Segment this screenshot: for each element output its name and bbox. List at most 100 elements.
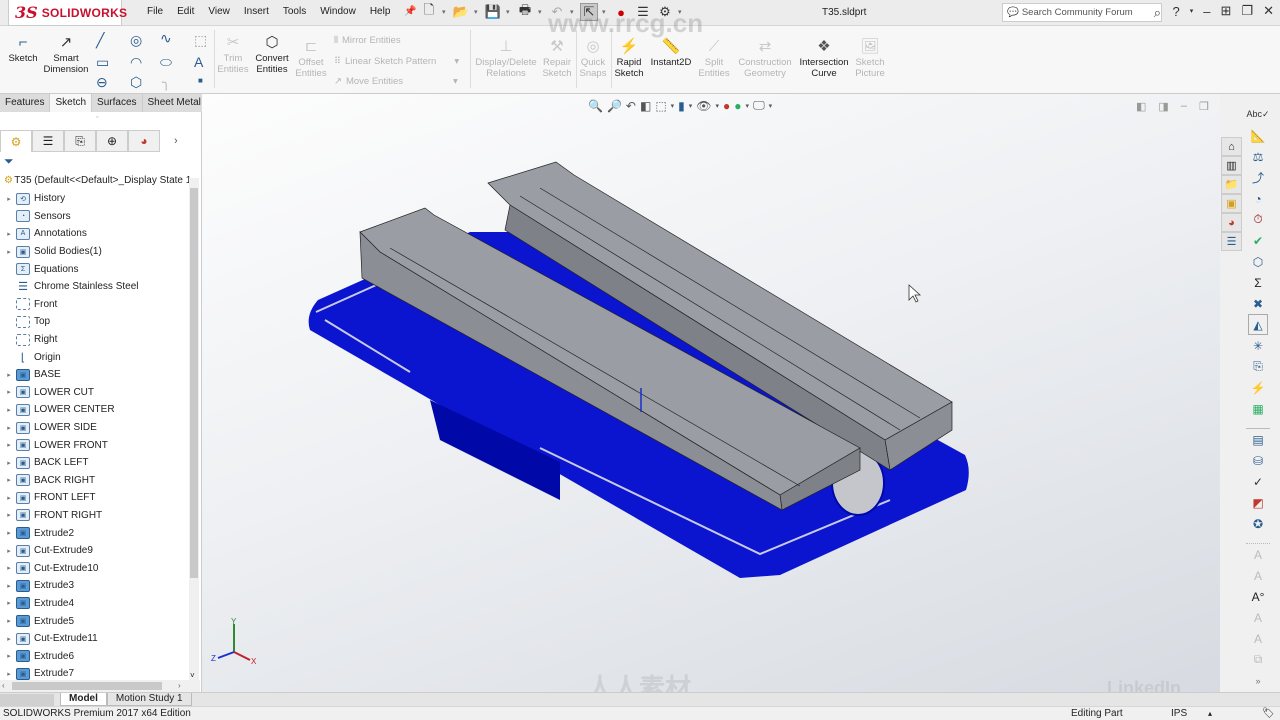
- view-orientation-icon[interactable]: ⬚: [655, 99, 666, 113]
- appearances-scenes-icon[interactable]: ◕: [1221, 213, 1242, 232]
- scroll-left-arrow[interactable]: ‹: [2, 681, 5, 690]
- measure-icon[interactable]: 📐: [1248, 125, 1268, 146]
- help-icon[interactable]: ?: [1173, 4, 1180, 19]
- expand-arrow-icon[interactable]: ▸: [0, 441, 14, 449]
- save-icon[interactable]: 💾: [484, 3, 502, 21]
- line-icon[interactable]: ╱: [96, 32, 104, 49]
- solidworks-resources-home-icon[interactable]: ⌂: [1221, 137, 1242, 156]
- expand-arrow-icon[interactable]: ▸: [0, 406, 14, 414]
- view-settings-icon[interactable]: 🖵: [753, 98, 765, 113]
- panel-tabs-more-chevron[interactable]: ›: [174, 130, 178, 152]
- minimize-button[interactable]: –: [1203, 4, 1210, 19]
- text-icon[interactable]: A: [194, 54, 203, 70]
- annotation-edit-icon[interactable]: A: [1248, 565, 1268, 586]
- tree-horizontal-scrollbar[interactable]: ‹ ›: [0, 680, 200, 692]
- unit-system[interactable]: IPS: [1171, 707, 1187, 720]
- sensor-icon[interactable]: ◔: [1248, 188, 1268, 209]
- tree-item[interactable]: ▸ ▣ Cut-Extrude11: [0, 630, 188, 648]
- tree-root[interactable]: ⚙ T35 (Default<<Default>_Display State 1…: [0, 172, 200, 190]
- tab-motion-study-1[interactable]: Motion Study 1: [106, 693, 192, 706]
- intersection-curve-button[interactable]: ❖ Intersection Curve: [798, 36, 850, 80]
- instant2d-button[interactable]: 📏 Instant2D: [648, 36, 694, 69]
- tile-button[interactable]: ⊞: [1221, 3, 1232, 19]
- tree-item[interactable]: ▸ ▣ BACK LEFT: [0, 454, 188, 472]
- configuration-manager-tab[interactable]: ⎘: [64, 130, 96, 152]
- hscroll-thumb[interactable]: [12, 682, 162, 690]
- expand-arrow-icon[interactable]: ▸: [0, 564, 14, 572]
- scene-dropdown[interactable]: ▾: [746, 102, 750, 110]
- tree-item[interactable]: Σ Equations: [0, 260, 188, 278]
- equations-sigma-icon[interactable]: Σ: [1248, 272, 1268, 293]
- design-checker-icon[interactable]: ✓: [1248, 471, 1268, 492]
- zoom-to-fit-icon[interactable]: 🔍: [588, 99, 603, 113]
- construction-geometry-button[interactable]: ⇄ Construction Geometry: [734, 36, 796, 80]
- menu-view[interactable]: View: [201, 6, 237, 17]
- expand-arrow-icon[interactable]: ▸: [0, 511, 14, 519]
- expand-arrow-icon[interactable]: ▸: [0, 459, 14, 467]
- tree-item[interactable]: ▸ ▣ LOWER CUT: [0, 384, 188, 402]
- view-orientation-dropdown[interactable]: ▾: [671, 102, 675, 110]
- smart-dimension-button[interactable]: ↗ Smart Dimension: [42, 32, 90, 76]
- property-manager-tab[interactable]: ☰: [32, 130, 64, 152]
- menu-edit[interactable]: Edit: [170, 6, 201, 17]
- open-dropdown[interactable]: ▾: [474, 8, 480, 16]
- arc-icon[interactable]: ◠: [130, 54, 142, 71]
- geometry-analysis-icon[interactable]: ⬡: [1248, 251, 1268, 272]
- convert-entities-button[interactable]: ⬡ Convert Entities: [252, 32, 292, 76]
- hide-show-dropdown[interactable]: ▾: [716, 102, 720, 110]
- mass-properties-icon[interactable]: ⚖: [1248, 146, 1268, 167]
- print-dropdown[interactable]: ▾: [538, 8, 544, 16]
- new-dropdown[interactable]: ▾: [442, 8, 448, 16]
- scroll-down-arrow[interactable]: ˅: [190, 671, 195, 680]
- filter-icon[interactable]: ⏷: [4, 154, 14, 169]
- view-settings-dropdown[interactable]: ▾: [769, 102, 773, 110]
- expand-arrow-icon[interactable]: ▸: [0, 494, 14, 502]
- view-palette-icon[interactable]: ▣: [1221, 194, 1242, 213]
- design-table-icon[interactable]: ▦: [1248, 398, 1268, 419]
- expand-arrow-icon[interactable]: ▸: [0, 617, 14, 625]
- annotation-lock-icon[interactable]: A: [1248, 628, 1268, 649]
- quick-snaps-button[interactable]: ◎ Quick Snaps: [578, 36, 608, 80]
- open-folder-icon[interactable]: 📂: [452, 3, 470, 21]
- section-properties-icon[interactable]: ⤴: [1248, 167, 1268, 188]
- display-manager-tab[interactable]: ◕: [128, 130, 160, 152]
- dimxpert-manager-tab[interactable]: ⊕: [96, 130, 128, 152]
- units-up-arrow[interactable]: ▴: [1208, 707, 1212, 720]
- trim-entities-button[interactable]: ✂ Trim Entities: [216, 32, 250, 76]
- file-explorer-folder-icon[interactable]: 📁: [1221, 175, 1242, 194]
- drawing-compare-icon[interactable]: ◩: [1248, 492, 1268, 513]
- tree-item[interactable]: ▸ ▣ Extrude4: [0, 595, 188, 613]
- save-dropdown[interactable]: ▾: [506, 8, 512, 16]
- edit-appearance-icon[interactable]: ●: [723, 99, 730, 113]
- split-entities-button[interactable]: ⟋ Split Entities: [696, 36, 732, 80]
- scroll-right-arrow[interactable]: ›: [178, 681, 181, 690]
- compare-documents-icon[interactable]: ⎘: [1248, 356, 1268, 377]
- tree-item[interactable]: ▸ ▣ Cut-Extrude10: [0, 559, 188, 577]
- tree-item[interactable]: ▸ ▣ LOWER SIDE: [0, 419, 188, 437]
- expand-arrow-icon[interactable]: ▸: [0, 371, 14, 379]
- menu-file[interactable]: File: [140, 6, 170, 17]
- tree-item[interactable]: ⌊ Origin: [0, 348, 188, 366]
- construction-box-icon[interactable]: ⬚: [194, 32, 207, 49]
- expand-arrow-icon[interactable]: ▸: [0, 652, 14, 660]
- spell-check-icon[interactable]: Abc✓: [1246, 104, 1269, 125]
- expand-arrow-icon[interactable]: ▸: [0, 582, 14, 590]
- help-dropdown[interactable]: ▾: [1190, 7, 1194, 15]
- expand-more-chevron[interactable]: »: [1248, 670, 1268, 691]
- display-style-icon[interactable]: ▮: [678, 99, 685, 113]
- point-icon[interactable]: ■: [198, 76, 203, 85]
- tree-item[interactable]: ▸ A Annotations: [0, 225, 188, 243]
- tab-features[interactable]: Features: [0, 94, 51, 112]
- hide-show-items-icon[interactable]: 👁: [696, 99, 711, 113]
- tree-item[interactable]: ▸ ▣ Cut-Extrude9: [0, 542, 188, 560]
- tab-sketch[interactable]: Sketch: [50, 94, 93, 112]
- previous-view-icon[interactable]: ↶: [626, 99, 636, 113]
- tree-item[interactable]: ◔ Sensors: [0, 208, 188, 226]
- tree-item[interactable]: ▸ ▣ Extrude2: [0, 524, 188, 542]
- viewport-prev-icon[interactable]: ◧: [1136, 100, 1146, 113]
- expand-arrow-icon[interactable]: ▸: [0, 230, 14, 238]
- tree-item[interactable]: ▸ ▣ Extrude5: [0, 612, 188, 630]
- expand-arrow-icon[interactable]: ▸: [0, 529, 14, 537]
- tab-model[interactable]: Model: [60, 693, 107, 706]
- new-document-icon[interactable]: 🗋: [420, 2, 438, 21]
